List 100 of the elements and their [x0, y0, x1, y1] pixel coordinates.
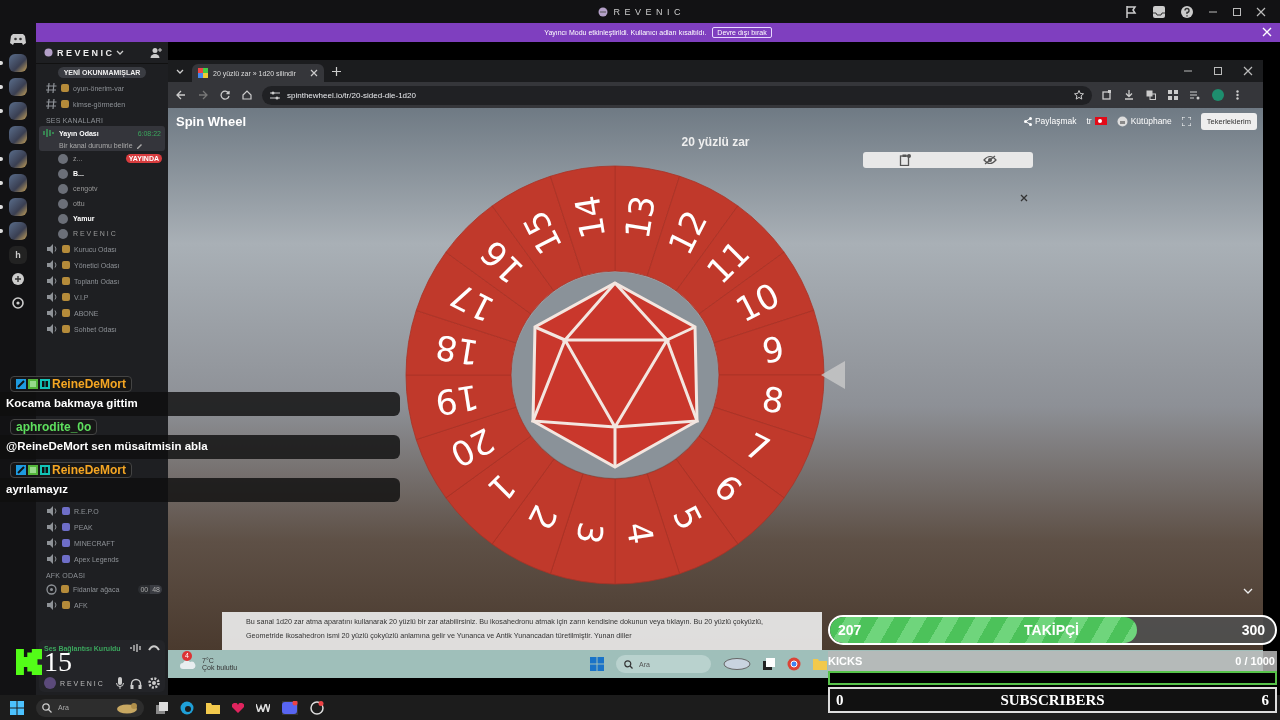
- folder-icon[interactable]: [206, 701, 220, 714]
- microphone-icon[interactable]: [116, 677, 124, 689]
- hang-up-icon[interactable]: [148, 644, 160, 652]
- download-icon[interactable]: [1124, 90, 1134, 100]
- forward-icon[interactable]: [198, 90, 208, 100]
- close-icon[interactable]: [1243, 66, 1253, 76]
- wheel-number: 3: [568, 519, 612, 547]
- speaker-icon: [46, 537, 58, 549]
- badge-icon: [28, 465, 38, 475]
- restore-icon[interactable]: [1213, 66, 1223, 76]
- clipboard-icon[interactable]: [899, 154, 911, 166]
- library-link[interactable]: Kütüphane: [1116, 115, 1172, 127]
- wheel-number: 18: [432, 326, 482, 374]
- add-user-icon[interactable]: [150, 47, 162, 58]
- flag-icon[interactable]: [1124, 5, 1138, 19]
- server-avatar[interactable]: [9, 150, 27, 168]
- speaker-icon: [46, 291, 58, 303]
- speaker-icon: [46, 553, 58, 565]
- server-button[interactable]: h: [9, 246, 27, 264]
- server-avatar[interactable]: [9, 54, 27, 72]
- language-selector[interactable]: tr: [1086, 116, 1107, 126]
- settings-icon[interactable]: [148, 677, 160, 689]
- url-text: spinthewheel.io/tr/20-sided-die-1d20: [287, 90, 416, 100]
- home-icon[interactable]: [242, 90, 252, 100]
- user-avatar: [58, 228, 68, 239]
- grid-icon[interactable]: [1168, 90, 1178, 100]
- maximize-icon[interactable]: [1232, 7, 1242, 17]
- chat-username: ReineDeMort: [52, 463, 126, 477]
- speaker-icon: [46, 243, 58, 255]
- badge-icon: [16, 379, 26, 389]
- chevron-down-icon[interactable]: [116, 49, 124, 56]
- server-avatar[interactable]: [9, 174, 27, 192]
- chevron-down-icon[interactable]: [176, 67, 184, 75]
- fullscreen-icon[interactable]: [1181, 116, 1191, 126]
- compass-icon[interactable]: [12, 297, 24, 309]
- task-view-icon[interactable]: [763, 658, 775, 670]
- chat-app-icon[interactable]: [282, 700, 298, 715]
- target-count: 6: [1261, 691, 1269, 709]
- plus-icon[interactable]: [12, 273, 24, 285]
- extension-icon[interactable]: [1102, 90, 1112, 100]
- back-icon[interactable]: [176, 90, 186, 100]
- profile-avatar-icon[interactable]: [1212, 89, 1224, 101]
- server-logo-icon: [44, 48, 53, 57]
- speaker-icon: [46, 259, 58, 271]
- user-avatar: [44, 677, 56, 689]
- site-logo[interactable]: Spin Wheel: [176, 113, 247, 129]
- server-avatar[interactable]: [9, 102, 27, 120]
- search-icon: [624, 659, 633, 669]
- pencil-icon[interactable]: [135, 142, 143, 149]
- speaker-icon: [46, 275, 58, 287]
- user-avatar: [58, 198, 68, 209]
- window-title: R E V E N I C: [613, 6, 682, 17]
- server-avatar[interactable]: [9, 126, 27, 144]
- address-field[interactable]: spinthewheel.io/tr/20-sided-die-1d20: [262, 85, 1092, 105]
- user-avatar: [58, 168, 68, 179]
- die-drawing[interactable]: [530, 281, 700, 469]
- noise-icon[interactable]: [130, 643, 142, 653]
- plus-icon[interactable]: [332, 66, 341, 76]
- badge-icon: [40, 379, 50, 389]
- chat-username: aphrodite_0o: [16, 420, 92, 434]
- inbox-icon[interactable]: [1152, 5, 1166, 19]
- badge-icon: [16, 465, 26, 475]
- close-icon[interactable]: [1256, 7, 1266, 17]
- chat-logo-icon[interactable]: [10, 33, 26, 45]
- speaker-icon: [46, 599, 58, 611]
- menu-icon[interactable]: [1236, 90, 1239, 100]
- chat-username: ReineDeMort: [52, 377, 126, 391]
- hash-icon: [46, 82, 57, 94]
- wheel-number: 13: [616, 192, 664, 242]
- server-name[interactable]: R E V E N I C: [57, 47, 112, 58]
- translate-icon[interactable]: [1146, 90, 1156, 100]
- flag-icon: [1094, 117, 1107, 125]
- badge-icon: [40, 465, 50, 475]
- cloud-icon: [180, 658, 196, 670]
- speaker-icon: [46, 323, 58, 335]
- chat-message: Kocama bakmaya gittim: [0, 392, 400, 416]
- library-icon: [1116, 115, 1128, 127]
- speaker-icon: [46, 307, 58, 319]
- chat-message: ayrılamayız: [0, 478, 400, 502]
- kick-logo-icon: [16, 649, 42, 675]
- page-title: 20 yüzlü zar: [681, 134, 750, 151]
- share-icon: [1023, 116, 1032, 126]
- media-icon[interactable]: [1190, 90, 1200, 100]
- star-icon[interactable]: [1074, 90, 1084, 100]
- browser-icon[interactable]: [180, 700, 194, 715]
- server-avatar[interactable]: [9, 198, 27, 216]
- wheel-number: 8: [759, 378, 787, 422]
- browser-icon[interactable]: [787, 657, 801, 671]
- current-count: 0: [836, 691, 844, 709]
- goal-label: SUBSCRIBERS: [1000, 691, 1105, 709]
- headphones-icon[interactable]: [130, 677, 142, 689]
- eye-slash-icon[interactable]: [983, 155, 997, 165]
- reload-icon[interactable]: [220, 90, 230, 100]
- windows-icon[interactable]: [10, 700, 24, 715]
- share-link[interactable]: Paylaşmak: [1023, 116, 1077, 126]
- task-view-icon[interactable]: [156, 701, 168, 714]
- server-avatar[interactable]: [9, 78, 27, 96]
- server-avatar[interactable]: [9, 222, 27, 240]
- help-icon[interactable]: [1180, 5, 1194, 19]
- close-icon[interactable]: [1020, 194, 1028, 202]
